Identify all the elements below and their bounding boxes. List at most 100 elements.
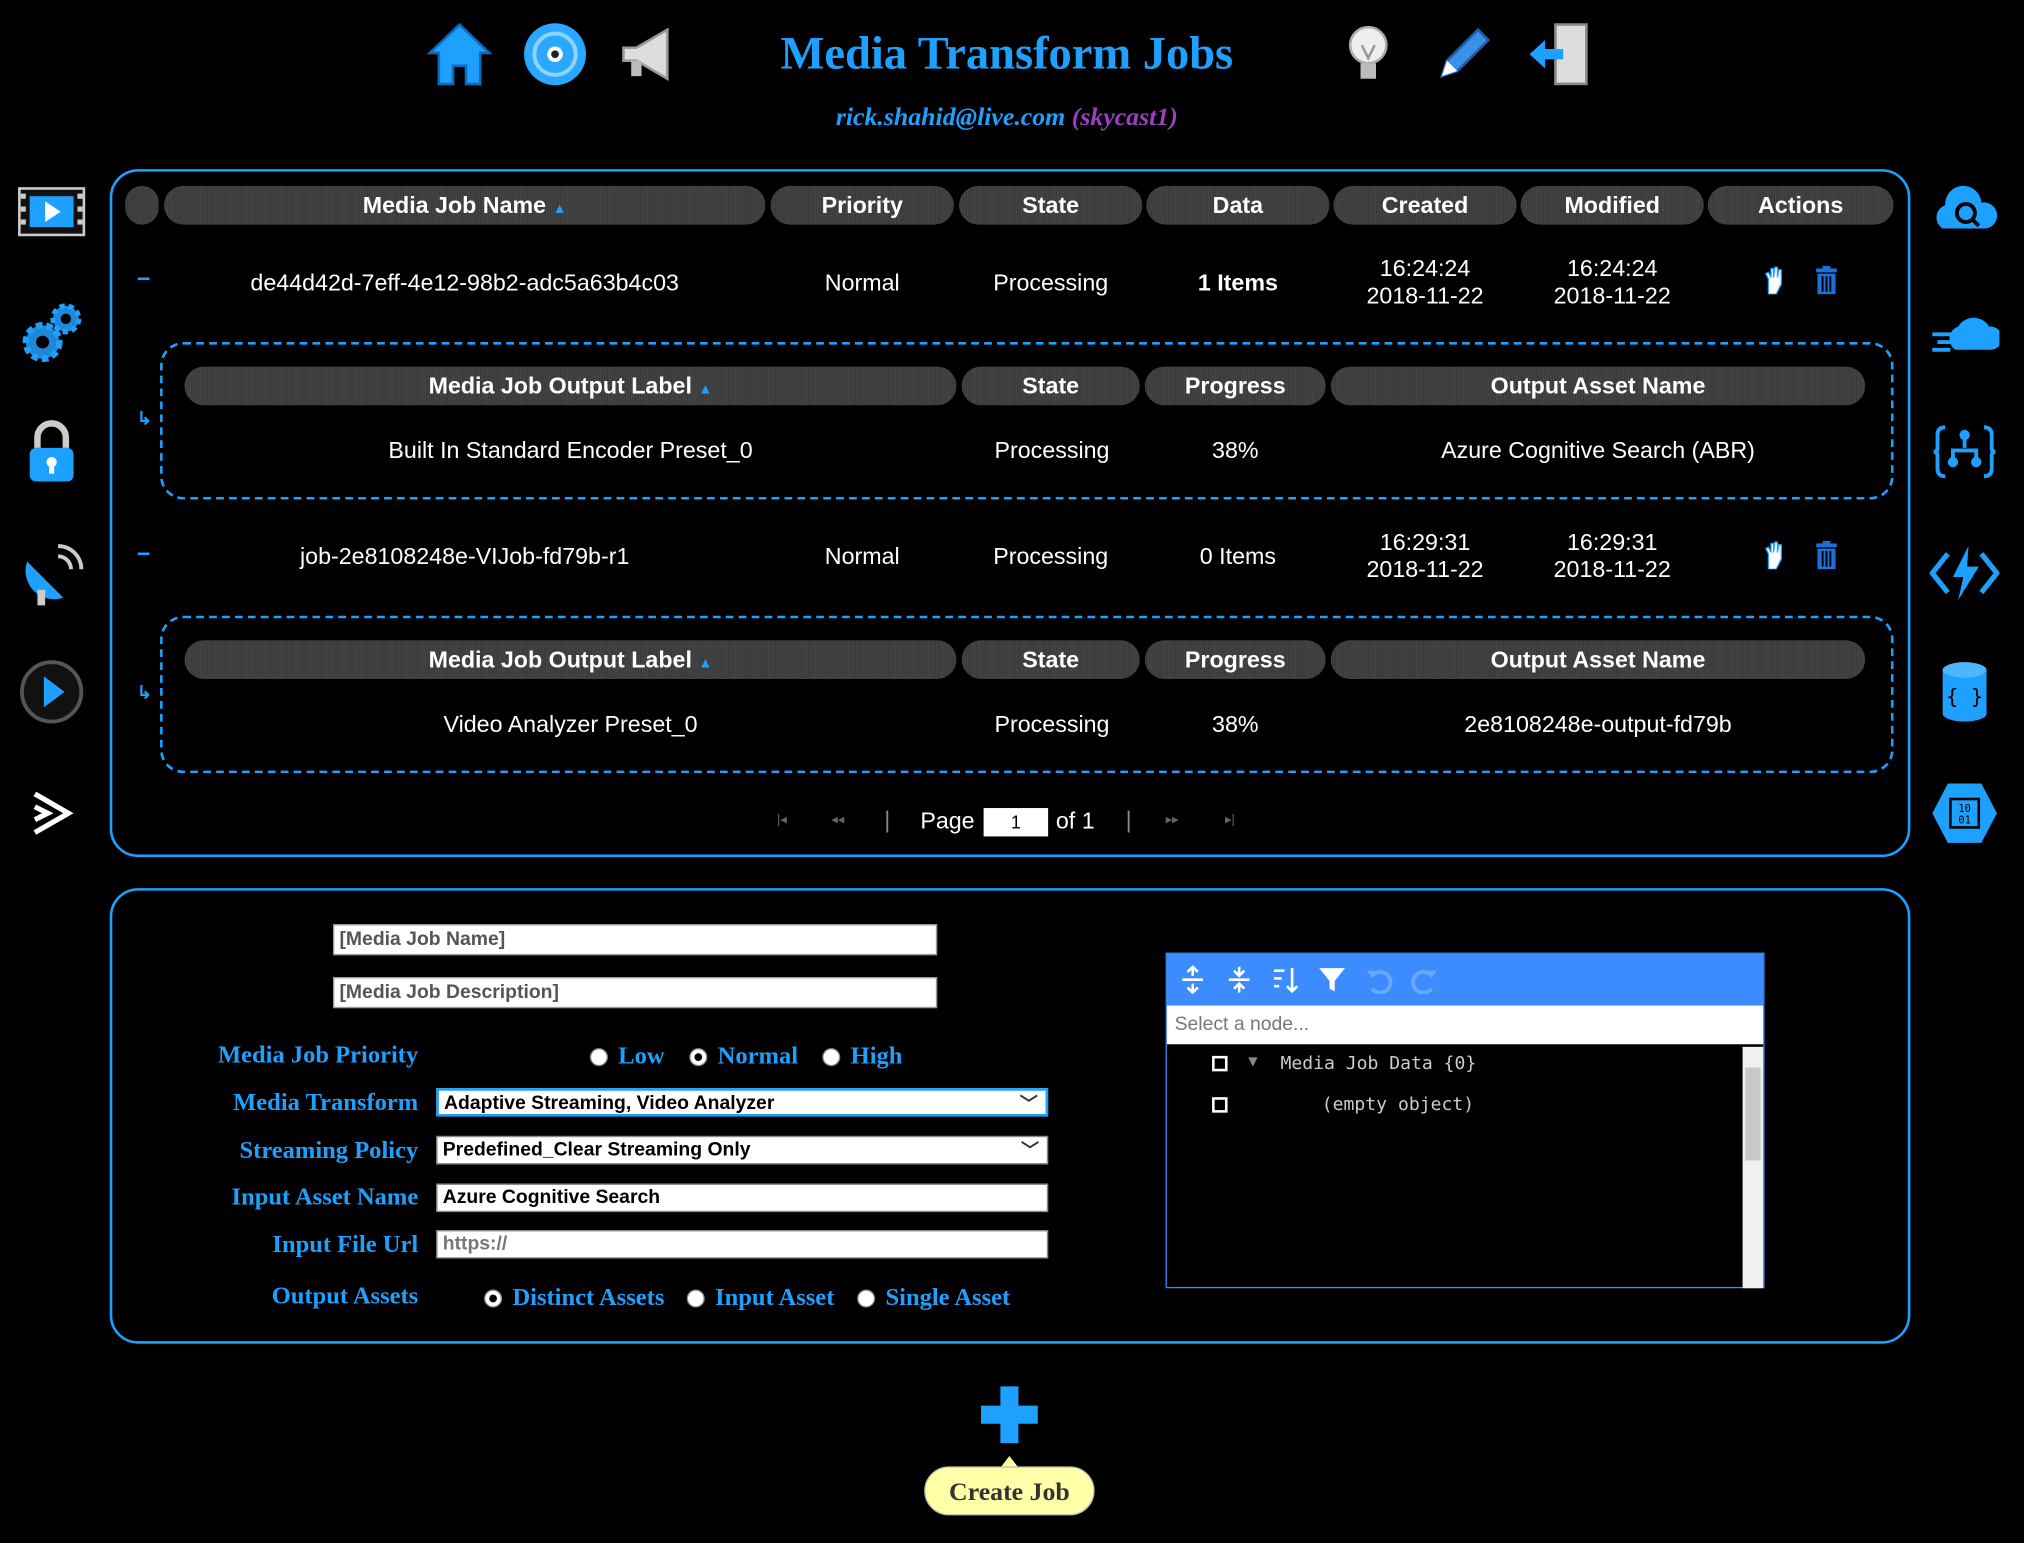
job-data[interactable]: 1 Items xyxy=(1146,270,1329,297)
node-search-input[interactable]: Select a node... xyxy=(1166,1005,1764,1045)
col-created[interactable]: Created xyxy=(1333,185,1517,225)
job-modified: 16:24:24 2018-11-22 xyxy=(1553,255,1671,309)
output-assets-label: Output Assets xyxy=(271,1283,419,1311)
job-priority: Normal xyxy=(824,269,900,296)
collapse-toggle[interactable]: − xyxy=(137,541,151,568)
priority-high[interactable]: High xyxy=(822,1043,902,1071)
megaphone-icon[interactable] xyxy=(614,18,686,90)
subcol-label[interactable]: Media Job Output Label ▲ xyxy=(184,366,957,406)
page-total: of 1 xyxy=(1055,808,1095,834)
root-node-label[interactable]: Media Job Data {0} xyxy=(1280,1053,1476,1074)
output-single[interactable]: Single Asset xyxy=(857,1284,1010,1312)
stream-icon[interactable] xyxy=(15,777,87,849)
user-account: (skycast1) xyxy=(1071,103,1178,132)
lightbulb-icon[interactable] xyxy=(1332,18,1404,90)
trash-icon[interactable] xyxy=(1815,265,1838,301)
json-toolbar xyxy=(1166,953,1764,1006)
job-created: 16:29:31 2018-11-22 xyxy=(1366,529,1484,583)
root-node-expand-icon[interactable]: ▼ xyxy=(1248,1052,1257,1070)
home-icon[interactable] xyxy=(423,18,495,90)
prev-page-icon[interactable]: ◂◂ xyxy=(831,813,844,827)
json-editor: Select a node... ▼ Media Job Data {0} (e… xyxy=(1165,952,1765,1289)
disc-icon[interactable] xyxy=(519,18,591,90)
json-scrollbar[interactable] xyxy=(1742,1046,1764,1289)
child-node-icon[interactable] xyxy=(1212,1097,1228,1113)
page-input[interactable]: 1 xyxy=(983,808,1049,837)
lock-icon[interactable] xyxy=(15,416,87,488)
sub-indicator: ↳ xyxy=(136,407,152,429)
subcol-state[interactable]: State xyxy=(961,366,1140,406)
root-node-icon[interactable] xyxy=(1212,1055,1228,1072)
input-url-field[interactable]: https:// xyxy=(436,1230,1049,1259)
user-email: rick.shahid@live.com xyxy=(835,103,1066,132)
priority-low[interactable]: Low xyxy=(589,1043,665,1071)
database-icon[interactable]: { } xyxy=(1928,656,2000,728)
subcol-label[interactable]: Media Job Output Label ▲ xyxy=(184,640,957,679)
job-description-input[interactable]: [Media Job Description] xyxy=(333,977,938,1009)
redo-icon[interactable] xyxy=(1410,964,1441,995)
page-title: Media Transform Jobs xyxy=(780,27,1234,79)
job-name: job-2e8108248e-VIJob-fd79b-r1 xyxy=(299,543,630,570)
add-icon[interactable] xyxy=(978,1384,1040,1452)
collapse-all-icon[interactable] xyxy=(1224,964,1255,995)
json-tree-icon[interactable] xyxy=(1928,416,2000,488)
film-icon[interactable] xyxy=(15,176,87,248)
job-data[interactable]: 0 Items xyxy=(1146,543,1329,570)
play-icon[interactable] xyxy=(15,656,87,728)
job-state: Processing xyxy=(993,543,1109,570)
collapse-toggle[interactable]: − xyxy=(137,266,151,293)
col-job-name[interactable]: Media Job Name ▲ xyxy=(163,185,766,225)
priority-label: Media Job Priority xyxy=(217,1041,419,1069)
binary-hex-icon[interactable]: 10 01 xyxy=(1928,777,2000,849)
input-asset-label: Input Asset Name xyxy=(231,1183,419,1211)
subcol-progress[interactable]: Progress xyxy=(1144,366,1326,406)
cloud-fast-icon[interactable] xyxy=(1928,297,2000,369)
subcol-state[interactable]: State xyxy=(961,640,1140,679)
col-actions: Actions xyxy=(1707,185,1894,225)
col-data[interactable]: Data xyxy=(1146,185,1330,225)
job-modified: 16:29:31 2018-11-22 xyxy=(1553,529,1671,583)
subcol-progress[interactable]: Progress xyxy=(1144,640,1326,679)
subcol-asset[interactable]: Output Asset Name xyxy=(1330,366,1866,406)
expand-all-icon[interactable] xyxy=(1177,964,1208,995)
col-state[interactable]: State xyxy=(959,185,1143,225)
output-asset[interactable]: 2e8108248e-output-fd79b xyxy=(1331,711,1865,738)
stop-hand-icon[interactable] xyxy=(1763,266,1784,301)
stop-hand-icon[interactable] xyxy=(1763,541,1784,576)
filter-icon[interactable] xyxy=(1317,964,1348,995)
subcol-asset[interactable]: Output Asset Name xyxy=(1330,640,1866,679)
create-job-button[interactable]: Create Job xyxy=(924,1466,1095,1516)
function-icon[interactable] xyxy=(1928,537,2000,609)
signout-icon[interactable] xyxy=(1523,18,1595,90)
transform-select[interactable]: Adaptive Streaming, Video Analyzer ﹀ xyxy=(436,1088,1049,1117)
output-state: Processing xyxy=(994,711,1110,738)
user-line: rick.shahid@live.com (skycast1) xyxy=(684,103,1329,133)
col-job-name-label: Media Job Name xyxy=(362,192,547,219)
input-url-label: Input File Url xyxy=(272,1231,419,1259)
output-state: Processing xyxy=(994,437,1110,464)
col-modified[interactable]: Modified xyxy=(1520,185,1704,225)
output-distinct[interactable]: Distinct Assets xyxy=(484,1284,664,1312)
job-name-input[interactable]: [Media Job Name] xyxy=(333,924,938,956)
next-page-icon[interactable]: ▸▸ xyxy=(1166,813,1179,827)
output-input[interactable]: Input Asset xyxy=(686,1284,834,1312)
priority-normal[interactable]: Normal xyxy=(689,1043,798,1071)
output-asset[interactable]: Azure Cognitive Search (ABR) xyxy=(1331,438,1865,465)
output-label: Video Analyzer Preset_0 xyxy=(443,711,698,738)
sort-icon: ▲ xyxy=(698,655,713,672)
satellite-icon[interactable] xyxy=(15,537,87,609)
sub-indicator: ↳ xyxy=(136,681,152,703)
col-priority[interactable]: Priority xyxy=(770,185,954,225)
last-page-icon[interactable]: ▸| xyxy=(1225,813,1235,827)
sort-icon[interactable] xyxy=(1270,964,1301,995)
svg-text:10: 10 xyxy=(1958,803,1970,815)
sort-icon: ▲ xyxy=(552,201,567,217)
cloud-search-icon[interactable] xyxy=(1928,176,2000,248)
gears-icon[interactable] xyxy=(15,297,87,369)
input-asset-field[interactable]: Azure Cognitive Search xyxy=(436,1183,1049,1213)
undo-icon[interactable] xyxy=(1363,964,1394,995)
policy-select[interactable]: Predefined_Clear Streaming Only ﹀ xyxy=(436,1135,1049,1165)
trash-icon[interactable] xyxy=(1815,540,1838,576)
pencil-icon[interactable] xyxy=(1428,18,1500,90)
first-page-icon[interactable]: |◂ xyxy=(777,813,787,827)
